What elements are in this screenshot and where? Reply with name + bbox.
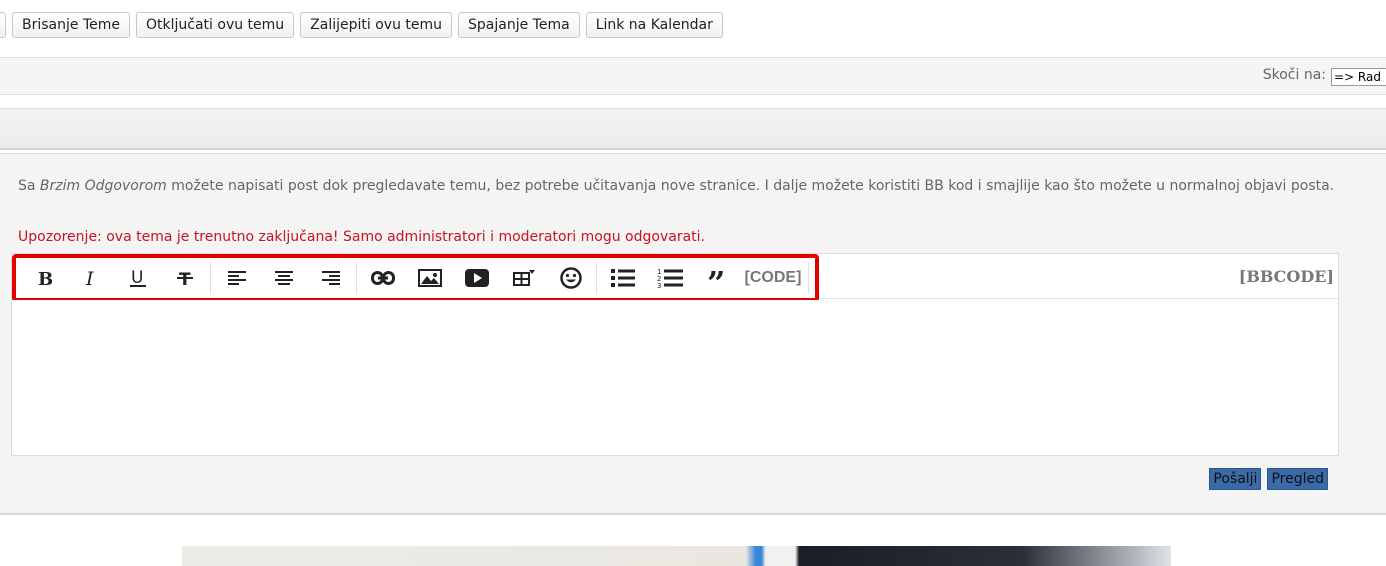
bold-icon[interactable]: B: [20, 262, 67, 294]
numbered-list-icon[interactable]: 123: [646, 262, 693, 294]
svg-text:”: ”: [707, 270, 725, 286]
quick-reply-emphasis: Brzim Odgovorom: [39, 178, 167, 194]
video-icon[interactable]: [453, 262, 500, 294]
delete-topic-button[interactable]: Brisanje Teme: [12, 12, 130, 38]
insert-group: [359, 262, 597, 294]
strikethrough-icon[interactable]: T: [161, 262, 208, 294]
block-group: 123 ” [CODE]: [599, 262, 809, 294]
moderation-toolbar: Brisanje Teme Otključati ovu temu Zalije…: [0, 12, 723, 38]
quick-reply-panel: Sa Brzim Odgovorom možete napisati post …: [0, 153, 1386, 515]
svg-text:I: I: [85, 269, 94, 287]
preview-button[interactable]: Pregled: [1267, 468, 1328, 490]
svg-text:3: 3: [657, 282, 661, 289]
code-button[interactable]: [CODE]: [740, 262, 806, 294]
align-left-icon[interactable]: [213, 262, 260, 294]
quick-reply-intro: Sa Brzim Odgovorom možete napisati post …: [18, 178, 1335, 194]
jump-bar: Skoči na: => Rad: [0, 57, 1386, 95]
link-icon[interactable]: [359, 262, 406, 294]
locked-warning: Upozorenje: ova tema je trenutno zaključ…: [18, 229, 705, 245]
separator-band: [0, 108, 1386, 150]
editor-toolbar: B I U T: [12, 254, 819, 302]
pin-topic-button[interactable]: Zalijepiti ovu temu: [300, 12, 453, 38]
submit-row: Pošalji Pregled: [1209, 468, 1328, 490]
unlock-topic-button[interactable]: Otključati ovu temu: [136, 12, 295, 38]
editor: B I U T: [11, 253, 1339, 456]
moderation-button-cut-off[interactable]: [0, 12, 6, 38]
emoji-icon[interactable]: [547, 262, 594, 294]
reply-textarea[interactable]: [12, 300, 1338, 455]
underline-icon[interactable]: U: [114, 262, 161, 294]
merge-topics-button[interactable]: Spajanje Tema: [458, 12, 580, 38]
post-image: [182, 546, 1171, 566]
bbcode-toggle[interactable]: [BBCODE]: [1239, 267, 1334, 286]
svg-text:B: B: [38, 269, 52, 287]
submit-button[interactable]: Pošalji: [1209, 468, 1262, 490]
editor-toolbar-area: B I U T: [12, 254, 1338, 302]
align-right-icon[interactable]: [307, 262, 354, 294]
image-icon[interactable]: [406, 262, 453, 294]
calendar-link-button[interactable]: Link na Kalendar: [585, 12, 723, 38]
jump-select[interactable]: => Rad: [1331, 68, 1386, 86]
italic-icon[interactable]: I: [67, 262, 114, 294]
table-icon[interactable]: [500, 262, 547, 294]
align-center-icon[interactable]: [260, 262, 307, 294]
format-group: B I U T: [20, 262, 211, 294]
align-group: [213, 262, 357, 294]
quote-icon[interactable]: ”: [693, 262, 740, 294]
bullet-list-icon[interactable]: [599, 262, 646, 294]
jump-label: Skoči na:: [1262, 67, 1326, 83]
